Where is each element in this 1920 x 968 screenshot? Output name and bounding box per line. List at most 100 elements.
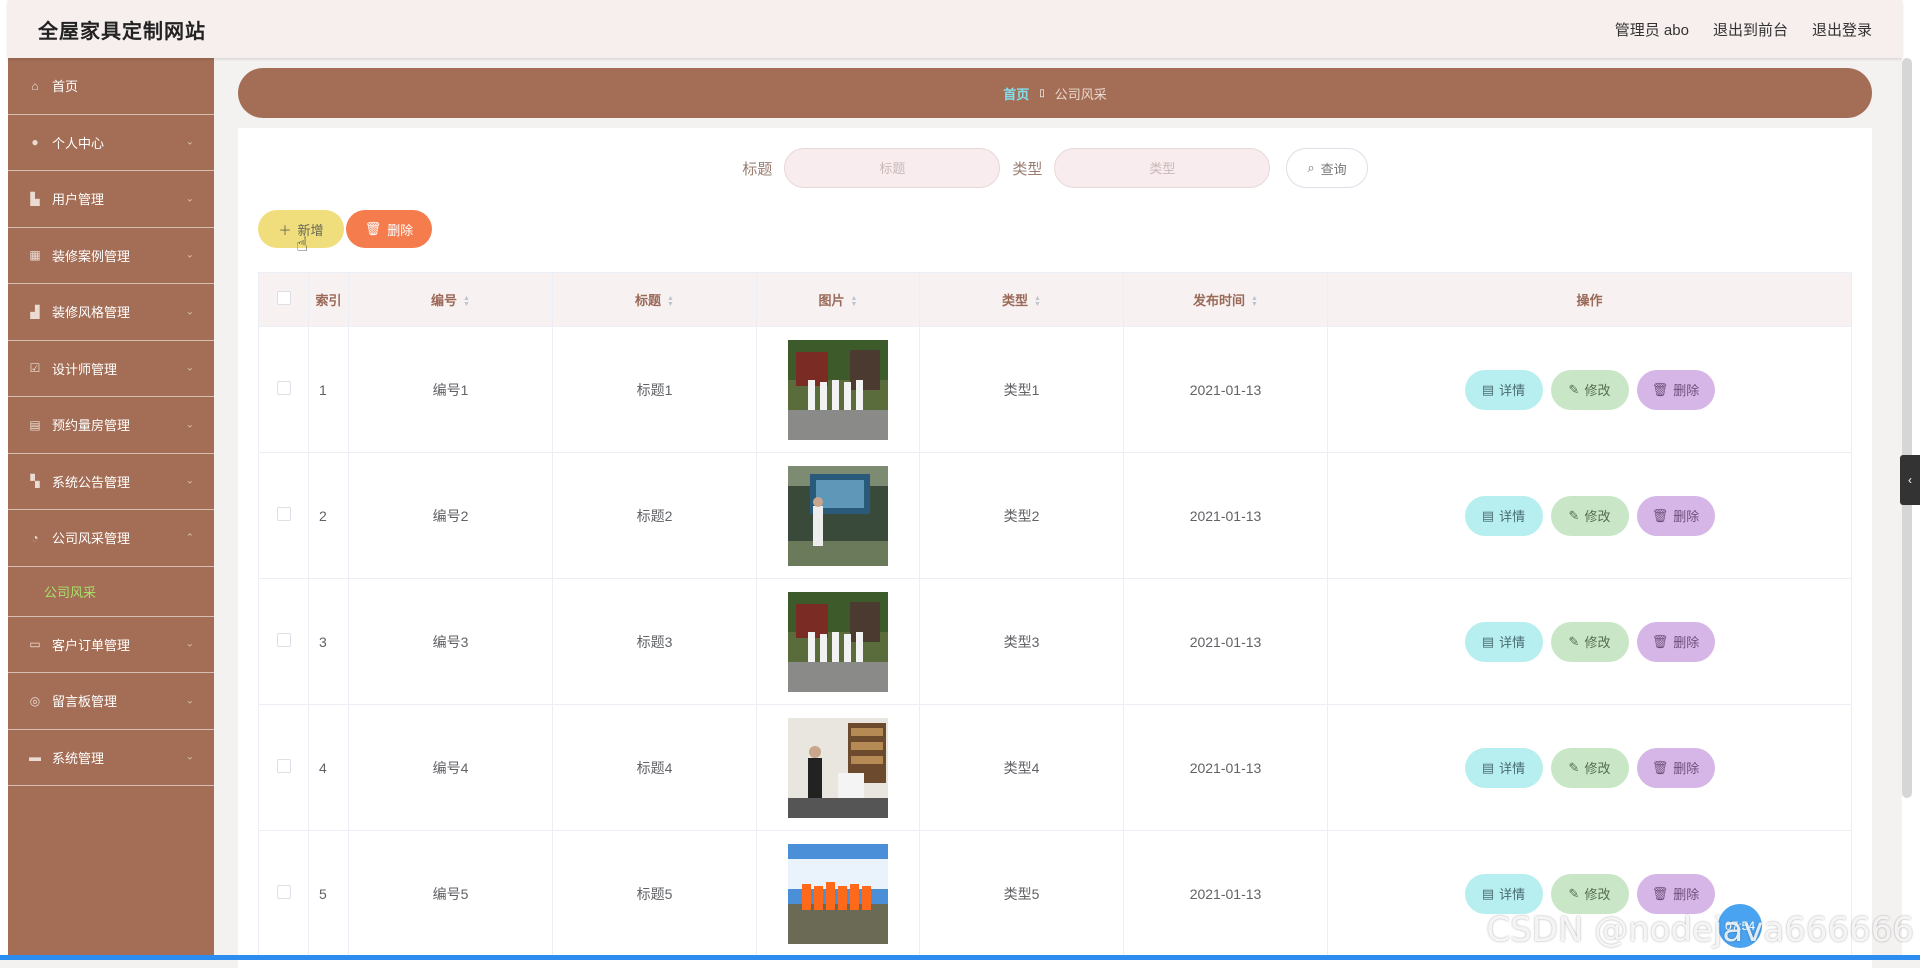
chevron-down-icon: ⌄: [186, 306, 194, 317]
column-header-code[interactable]: 编号▲▼: [349, 273, 553, 327]
detail-button[interactable]: ▤详情: [1465, 496, 1543, 536]
delete-button[interactable]: 🗑删除: [1637, 874, 1715, 914]
list-panel: 标题 类型 ⌕ 查询 ＋ 新增 ☝ 🗑 删除: [238, 128, 1872, 968]
code-cell: 编号3: [349, 579, 553, 705]
sidebar-item-home[interactable]: ⌂ 首页: [8, 58, 214, 115]
trash-icon: 🗑: [1652, 760, 1669, 776]
edit-button[interactable]: ✎修改: [1551, 370, 1629, 410]
main-content: 首页 ▯ 公司风采 标题 类型 ⌕ 查询 ＋ 新增 ☝ 🗑 删除: [214, 58, 1902, 960]
data-table: 索引 编号▲▼ 标题▲▼ 图片▲▼ 类型▲▼ 发布时间▲▼ 操作 1 编号1 标…: [258, 272, 1852, 957]
sidebar-item-personal-center[interactable]: ● 个人中心 ⌄: [8, 115, 214, 172]
detail-button[interactable]: ▤详情: [1465, 622, 1543, 662]
title-cell: 标题2: [553, 453, 757, 579]
sort-icon[interactable]: ▲▼: [1251, 296, 1258, 308]
sidebar-item-company-style-management[interactable]: ◔ 公司风采管理 ⌃: [8, 510, 214, 567]
edit-button[interactable]: ✎修改: [1551, 874, 1629, 914]
type-search-input[interactable]: [1054, 148, 1270, 188]
collapse-panel-tab[interactable]: ‹: [1900, 455, 1920, 505]
app-title: 全屋家具定制网站: [38, 15, 206, 44]
index-cell: 1: [309, 327, 349, 453]
sidebar-item-label: 留言板管理: [52, 691, 117, 710]
sidebar-item-system-management[interactable]: ▬ 系统管理 ⌄: [8, 730, 214, 787]
trash-icon: 🗑: [1652, 508, 1669, 524]
delete-button[interactable]: 🗑删除: [1637, 496, 1715, 536]
image-cell: [757, 579, 920, 705]
chevron-down-icon: ⌄: [186, 639, 194, 650]
operations-cell: ▤详情 ✎修改 🗑删除: [1328, 327, 1852, 453]
video-progress-bar[interactable]: [0, 955, 1920, 960]
pencil-icon: ✎: [1569, 508, 1580, 524]
sidebar-item-order-management[interactable]: ▭ 客户订单管理 ⌄: [8, 617, 214, 674]
group-photo-image[interactable]: [788, 592, 888, 692]
logout-link[interactable]: 退出登录: [1812, 19, 1872, 40]
title-cell: 标题4: [553, 705, 757, 831]
row-checkbox[interactable]: [277, 885, 291, 899]
search-form: 标题 类型 ⌕ 查询: [238, 148, 1872, 188]
exit-to-front-link[interactable]: 退出到前台: [1713, 19, 1788, 40]
row-checkbox[interactable]: [277, 633, 291, 647]
title-search-label: 标题: [742, 158, 772, 179]
breadcrumb-home[interactable]: 首页: [1003, 84, 1029, 103]
sidebar-item-user-management[interactable]: ▙ 用户管理 ⌄: [8, 171, 214, 228]
document-icon: ▤: [1482, 886, 1494, 902]
query-button-label: 查询: [1321, 159, 1347, 178]
outdoor-team-photo-image[interactable]: [788, 844, 888, 944]
row-checkbox[interactable]: [277, 759, 291, 773]
row-select-cell: [259, 831, 309, 957]
window-left-edge: [0, 0, 8, 960]
sidebar-subitem-label: 公司风采: [44, 582, 96, 601]
detail-button[interactable]: ▤详情: [1465, 748, 1543, 788]
sidebar-item-message-board-management[interactable]: ◎ 留言板管理 ⌄: [8, 673, 214, 730]
pencil-icon: ✎: [1569, 886, 1580, 902]
sidebar-subitem-company-style[interactable]: 公司风采: [8, 567, 214, 617]
detail-button[interactable]: ▤详情: [1465, 370, 1543, 410]
delete-button[interactable]: 🗑删除: [1637, 622, 1715, 662]
chevron-down-icon: ⌄: [186, 695, 194, 706]
column-header-image[interactable]: 图片▲▼: [757, 273, 920, 327]
trash-icon: 🗑: [1652, 382, 1669, 398]
vertical-scrollbar[interactable]: [1902, 58, 1912, 798]
action-bar: ＋ 新增 ☝ 🗑 删除: [258, 210, 432, 248]
column-header-type[interactable]: 类型▲▼: [920, 273, 1124, 327]
presentation-photo-image[interactable]: [788, 466, 888, 566]
delete-button[interactable]: 🗑删除: [1637, 748, 1715, 788]
row-checkbox[interactable]: [277, 381, 291, 395]
sidebar-item-announcement-management[interactable]: ▚ 系统公告管理 ⌄: [8, 454, 214, 511]
edit-button[interactable]: ✎修改: [1551, 748, 1629, 788]
sort-icon[interactable]: ▲▼: [1034, 296, 1041, 308]
title-cell: 标题1: [553, 327, 757, 453]
chevron-up-icon: ⌃: [186, 532, 194, 543]
image-cell: [757, 705, 920, 831]
delete-button[interactable]: 🗑删除: [1637, 370, 1715, 410]
sidebar-item-style-management[interactable]: ▟ 装修风格管理 ⌄: [8, 284, 214, 341]
office-photo-image[interactable]: [788, 718, 888, 818]
sort-icon[interactable]: ▲▼: [463, 296, 470, 308]
publish-time-cell: 2021-01-13: [1124, 453, 1328, 579]
user-icon: ●: [28, 135, 42, 149]
column-header-publish-time[interactable]: 发布时间▲▼: [1124, 273, 1328, 327]
chevron-left-icon: ‹: [1908, 473, 1912, 487]
row-checkbox[interactable]: [277, 507, 291, 521]
index-cell: 4: [309, 705, 349, 831]
select-all-checkbox[interactable]: [277, 291, 291, 305]
group-photo-image[interactable]: [788, 340, 888, 440]
sidebar-item-case-management[interactable]: ▦ 装修案例管理 ⌄: [8, 228, 214, 285]
column-header-title[interactable]: 标题▲▼: [553, 273, 757, 327]
sidebar-item-label: 装修案例管理: [52, 246, 130, 265]
sidebar-item-label: 预约量房管理: [52, 415, 130, 434]
sidebar-item-designer-management[interactable]: ☑ 设计师管理 ⌄: [8, 341, 214, 398]
title-search-input[interactable]: [784, 148, 1000, 188]
edit-button[interactable]: ✎修改: [1551, 496, 1629, 536]
add-button[interactable]: ＋ 新增 ☝: [258, 210, 344, 248]
edit-button[interactable]: ✎修改: [1551, 622, 1629, 662]
publish-time-cell: 2021-01-13: [1124, 831, 1328, 957]
query-button[interactable]: ⌕ 查询: [1286, 148, 1367, 188]
monitor-icon: ▬: [28, 750, 42, 764]
sidebar-item-appointment-management[interactable]: ▤ 预约量房管理 ⌄: [8, 397, 214, 454]
sidebar-item-label: 客户订单管理: [52, 635, 130, 654]
detail-button[interactable]: ▤详情: [1465, 874, 1543, 914]
batch-delete-button[interactable]: 🗑 删除: [346, 210, 432, 248]
sort-icon[interactable]: ▲▼: [667, 296, 674, 308]
sort-icon[interactable]: ▲▼: [851, 296, 858, 308]
type-cell: 类型4: [920, 705, 1124, 831]
